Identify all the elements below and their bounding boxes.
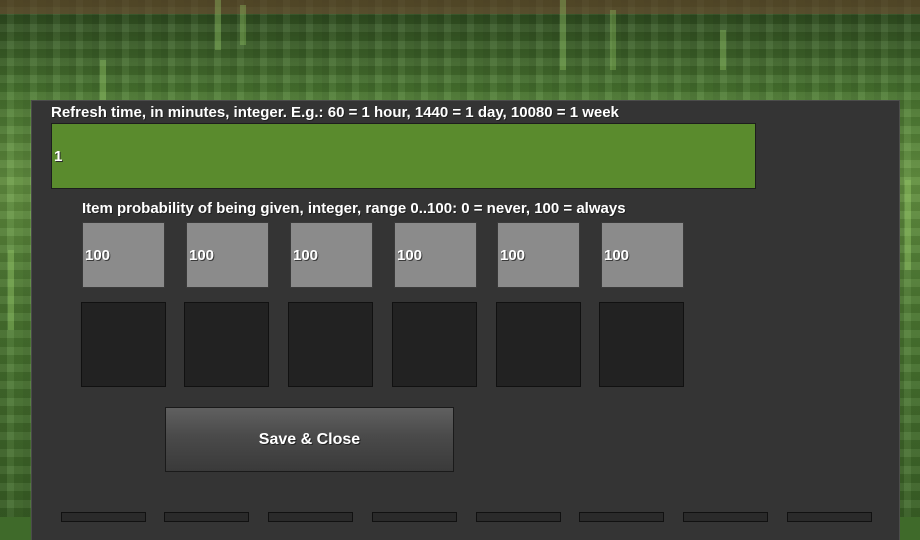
inventory-slot[interactable]	[787, 512, 872, 522]
probability-input-3[interactable]	[290, 222, 373, 288]
refresh-time-input[interactable]	[51, 123, 756, 189]
grass-blade	[240, 5, 246, 45]
grass-blade	[720, 30, 726, 70]
item-slot-2[interactable]	[184, 302, 269, 387]
grass-blade	[100, 60, 106, 100]
inventory-slot[interactable]	[372, 512, 457, 522]
probability-input-1[interactable]	[82, 222, 165, 288]
probability-input-6[interactable]	[601, 222, 684, 288]
refresh-time-label: Refresh time, in minutes, integer. E.g.:…	[51, 104, 619, 121]
dirt-strip	[0, 0, 920, 14]
inventory-slot[interactable]	[164, 512, 249, 522]
inventory-slot[interactable]	[268, 512, 353, 522]
probability-input-4[interactable]	[394, 222, 477, 288]
item-slot-4[interactable]	[392, 302, 477, 387]
grass-blade	[905, 180, 911, 270]
probability-input-5[interactable]	[497, 222, 580, 288]
inventory-slot[interactable]	[579, 512, 664, 522]
item-slot-1[interactable]	[81, 302, 166, 387]
probability-label: Item probability of being given, integer…	[82, 200, 626, 217]
grass-blade	[560, 0, 566, 70]
inventory-slot[interactable]	[476, 512, 561, 522]
save-close-button[interactable]: Save & Close	[165, 407, 454, 472]
item-slot-6[interactable]	[599, 302, 684, 387]
inventory-slot[interactable]	[683, 512, 768, 522]
grass-blade	[8, 250, 14, 330]
grass-blade	[215, 0, 221, 50]
grass-blade	[610, 10, 616, 70]
probability-input-2[interactable]	[186, 222, 269, 288]
inventory-slot[interactable]	[61, 512, 146, 522]
item-slot-3[interactable]	[288, 302, 373, 387]
item-slot-5[interactable]	[496, 302, 581, 387]
